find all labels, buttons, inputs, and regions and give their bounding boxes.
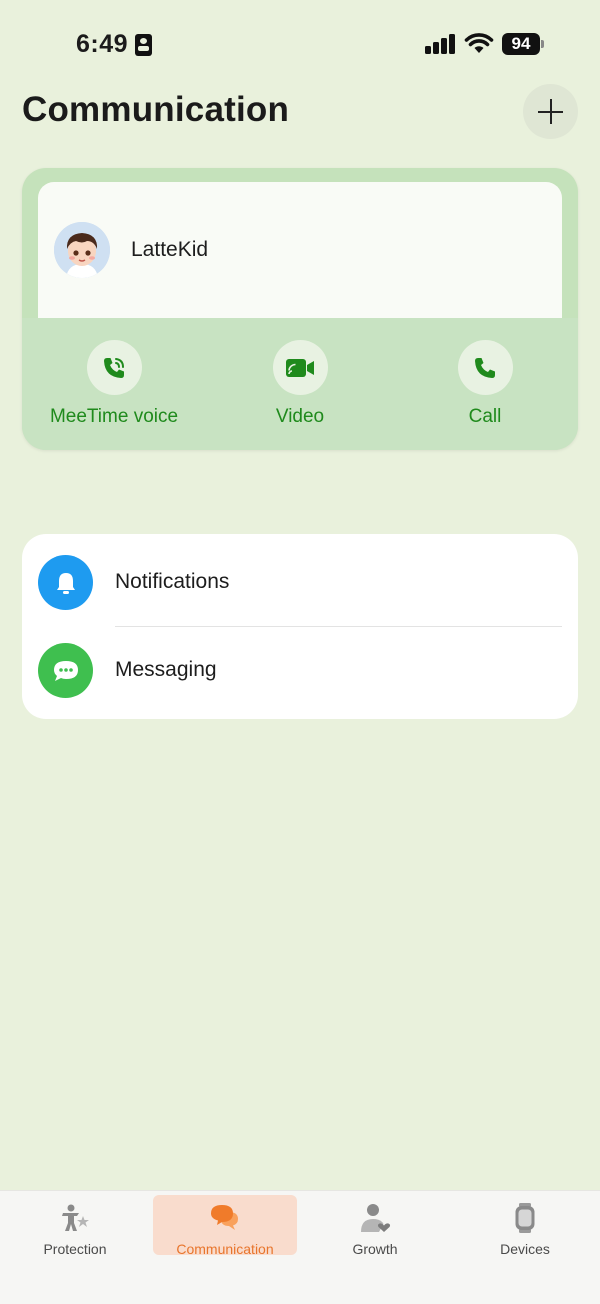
signal-icon [425,34,457,54]
tab-protection[interactable]: Protection [3,1195,147,1257]
messaging-item[interactable]: Messaging [22,622,578,710]
call-label: Call [468,406,502,427]
tab-devices[interactable]: Devices [453,1195,597,1257]
status-time: 6:49 [76,30,129,58]
contact-header[interactable]: LatteKid [38,182,562,318]
contact-name: LatteKid [131,238,209,261]
video-label: Video [275,406,325,427]
chat-icon [211,1205,238,1230]
page-title: Communication [22,90,290,129]
video-camera-icon [272,340,328,395]
phone-icon [457,340,513,395]
growth-icon [361,1204,391,1232]
battery-level: 94 [502,33,540,55]
battery-icon: 94 [502,33,544,55]
bottom-nav: Protection Communication Growth Devices [0,1190,600,1304]
add-button[interactable] [523,84,578,139]
status-bar: 6:49 94 [0,0,600,90]
tab-communication-label: Communication [176,1241,274,1257]
feature-list: Notifications Messaging [22,534,578,719]
tab-growth[interactable]: Growth [303,1195,447,1257]
watch-icon [515,1203,535,1233]
video-button[interactable]: Video [215,340,385,428]
contact-actions: MeeTime voice Video Call [22,318,578,450]
meetime-voice-button[interactable]: MeeTime voice [29,340,199,428]
contact-card-icon [135,34,152,56]
wifi-icon [464,33,494,53]
contact-card[interactable]: LatteKid MeeTime voice Video Call [22,168,578,450]
messaging-label: Messaging [115,658,217,681]
meetime-voice-label: MeeTime voice [49,406,179,427]
voice-call-icon [86,340,142,395]
notifications-item[interactable]: Notifications [22,534,578,622]
cartoon-boy-avatar-icon [54,222,110,278]
tab-devices-label: Devices [500,1241,550,1257]
avatar [54,222,110,278]
protection-icon [62,1204,89,1231]
bell-icon [38,555,93,610]
notifications-label: Notifications [115,570,230,593]
chat-bubble-icon [38,643,93,698]
tab-growth-label: Growth [352,1241,398,1257]
tab-protection-label: Protection [43,1241,107,1257]
tab-communication[interactable]: Communication [153,1195,297,1257]
call-button[interactable]: Call [400,340,570,428]
